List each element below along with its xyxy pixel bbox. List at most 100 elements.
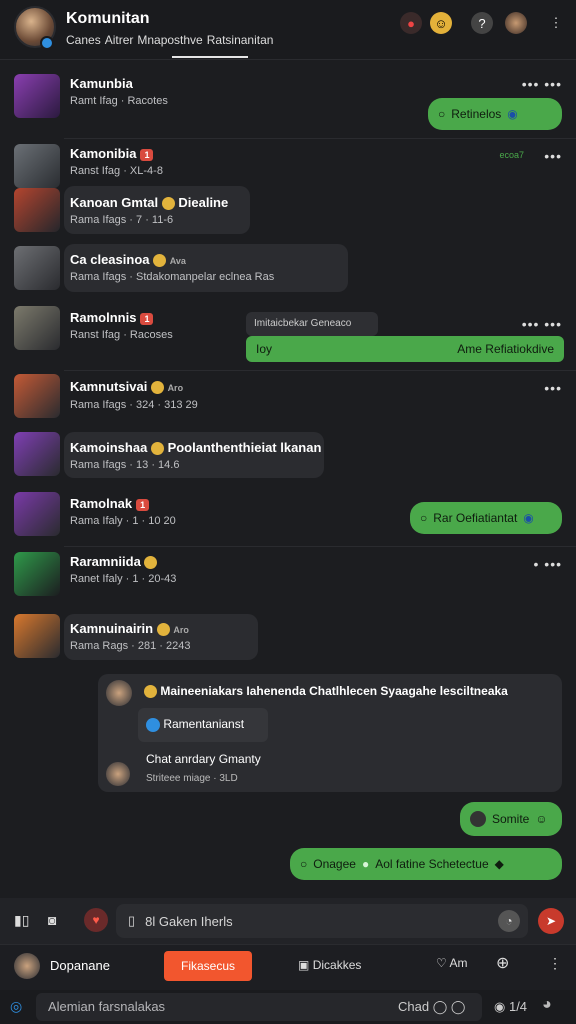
user-icon bbox=[146, 717, 160, 732]
online-badge bbox=[40, 36, 54, 50]
avatar bbox=[14, 432, 60, 476]
status-badge: 1 bbox=[136, 498, 150, 511]
message-bubble[interactable]: ○ Rar Oefiatiantat ◉ bbox=[410, 502, 562, 534]
message-sub: Ramt Ifag · Racotes bbox=[70, 95, 168, 107]
emoji-icon bbox=[144, 685, 157, 699]
avatar bbox=[106, 762, 130, 786]
avatar bbox=[14, 552, 60, 596]
sticker-icon: ● bbox=[361, 857, 370, 871]
nav-item[interactable]: ♡ Am bbox=[436, 956, 467, 970]
message-name: Raramniida bbox=[70, 554, 158, 570]
message-bubble[interactable]: Somite ☺ bbox=[460, 802, 562, 836]
emoji-icon bbox=[150, 442, 164, 456]
user-avatar[interactable] bbox=[505, 12, 527, 34]
message-name: Kamoinshaa Poolanthenthieiat lkanan bbox=[70, 440, 322, 456]
message-name: Kanoan Gmtal Diealine bbox=[70, 195, 229, 211]
divider bbox=[64, 546, 576, 547]
message-bubble[interactable]: ○ Retinelos ◉ bbox=[428, 98, 562, 130]
search-bar: ◎ Alemian farsnalakas Chad ◯ ◯ ◉ 1/4 ◕ bbox=[0, 990, 576, 1024]
list-item[interactable]: Kamnutsivai Aro Rama Ifags · 324 · 313 2… bbox=[0, 372, 576, 420]
app-header: Komunitan Canes Aitrer Mnaposthve Ratsin… bbox=[0, 0, 576, 60]
list-item[interactable]: Kamonibia 1 Ranst Ifag · XL-4-8 ecoa7 ••• bbox=[0, 142, 576, 192]
avatar bbox=[14, 188, 60, 232]
message-sub: Rama Ifags · Stdakomanpelar eclnea Ras bbox=[70, 271, 275, 283]
alert-icon[interactable]: ● bbox=[400, 12, 422, 34]
message-bubble[interactable]: ○ Onagee ● Aol fatine Schetectue ◆ bbox=[290, 848, 562, 880]
emoji-icon bbox=[153, 254, 167, 268]
avatar[interactable] bbox=[14, 953, 40, 979]
text-icon: ▯ bbox=[128, 913, 136, 928]
list-item[interactable]: Ramolnak 1 Rama Ifaly · 1 · 10 20 ○ Rar O… bbox=[0, 490, 576, 546]
tab-bar: Canes Aitrer Mnaposthve Ratsinanitan bbox=[66, 33, 273, 47]
chat-icon: ○ bbox=[300, 857, 308, 871]
more-icon[interactable]: ••• bbox=[544, 148, 562, 164]
message-sub: Rama Ifags · 7 · 11-6 bbox=[70, 214, 174, 226]
attach-icon[interactable]: ▮▯ bbox=[14, 912, 29, 929]
emoji-icon bbox=[161, 197, 175, 211]
heart-icon[interactable]: ♥ bbox=[84, 908, 108, 932]
avatar bbox=[14, 614, 60, 658]
list-item-content: Kamnuinairin Aro Rama Rags · 281 · 2243 bbox=[0, 614, 576, 660]
message-sub: Ranst Ifag · Racoses bbox=[70, 329, 173, 341]
help-icon[interactable]: ? bbox=[471, 12, 493, 34]
nav-item[interactable]: ▣ Dicakkes bbox=[298, 958, 361, 972]
compass-icon[interactable]: ◎ bbox=[10, 998, 22, 1015]
globe-icon: ◉ bbox=[507, 107, 518, 121]
list-item-content: Ca cleasinoa Ava Rama Ifags · Stdakomanp… bbox=[0, 244, 576, 292]
message-bubble[interactable]: Ioy Ame Refiatiokdive bbox=[246, 336, 564, 362]
list-item[interactable]: Raramniida Ranet Ifaly · 1 · 20-43 • ••• bbox=[0, 550, 576, 600]
divider bbox=[64, 370, 576, 371]
message-sub: Rama Ifaly · 1 · 10 20 bbox=[70, 515, 176, 527]
more-icon[interactable]: ⋮ bbox=[545, 12, 567, 34]
active-tab-indicator bbox=[172, 56, 248, 58]
more-icon[interactable]: ••• ••• bbox=[522, 76, 562, 92]
page-count: ◉ 1/4 bbox=[494, 999, 528, 1014]
list-item[interactable]: Ramolnnis 1 Ranst Ifag · Racoses Imitaicb… bbox=[0, 304, 576, 364]
emoji-icon: ☺ bbox=[535, 812, 548, 826]
avatar bbox=[14, 306, 60, 350]
timer-icon[interactable]: ◔ bbox=[498, 910, 520, 932]
message-sub: Rama Ifags · 13 · 14.6 bbox=[70, 459, 180, 471]
message-sub: Ranst Ifag · XL-4-8 bbox=[70, 165, 163, 177]
list-item-content: Kanoan Gmtal Diealine Rama Ifags · 7 · 1… bbox=[0, 188, 576, 234]
more-icon[interactable]: ••• bbox=[544, 380, 562, 396]
avatar bbox=[14, 374, 60, 418]
chat-label: Chad ◯ ◯ bbox=[398, 999, 466, 1014]
avatar bbox=[14, 492, 60, 536]
thread-body: Chat anrdary Gmanty bbox=[146, 752, 261, 766]
leaf-icon: ◆ bbox=[494, 857, 504, 871]
status-badge: 1 bbox=[140, 148, 154, 161]
message-name: Ramolnnis 1 bbox=[70, 310, 154, 325]
bottom-nav: Dopanane Fikasecus ▣ Dicakkes ♡ Am ⊕ ⋮ bbox=[0, 944, 576, 990]
notification-icon[interactable]: ⊕ bbox=[496, 953, 509, 973]
list-item[interactable]: Kamunbia Ramt Ifag · Racotes ••• ••• ○ R… bbox=[0, 70, 576, 138]
message-name: Ramolnak 1 bbox=[70, 496, 150, 511]
more-icon[interactable]: ⋮ bbox=[548, 955, 562, 972]
avatar bbox=[14, 246, 60, 290]
page-icon: ▣ bbox=[298, 958, 310, 972]
quoted-message: Ramentanianst bbox=[138, 708, 268, 742]
emoji-icon[interactable]: ☺ bbox=[430, 12, 452, 34]
tab-ratsinanitan[interactable]: Ratsinanitan bbox=[207, 33, 274, 47]
tab-canes[interactable]: Canes bbox=[66, 33, 101, 47]
avatar bbox=[14, 144, 60, 188]
avatar bbox=[470, 811, 486, 827]
page-title: Komunitan bbox=[66, 10, 150, 27]
tab-aitrer[interactable]: Aitrer bbox=[105, 33, 134, 47]
reaction-label: ecoa7 bbox=[499, 150, 524, 160]
more-icon[interactable]: • ••• bbox=[534, 556, 563, 572]
tab-mnaposthve[interactable]: Mnaposthve bbox=[137, 33, 202, 47]
camera-icon[interactable]: ◙ bbox=[48, 912, 56, 928]
message-sub: Rama Ifags · 324 · 313 29 bbox=[70, 399, 198, 411]
message-input[interactable]: ▯ 8l Gaken Iherls ◔ bbox=[116, 904, 528, 938]
message-name: Kamunbia bbox=[70, 76, 133, 91]
more-icon[interactable]: ••• ••• bbox=[522, 316, 562, 332]
divider bbox=[64, 138, 576, 139]
circle-icon[interactable]: ◕ bbox=[542, 996, 552, 1014]
active-nav-button[interactable]: Fikasecus bbox=[164, 951, 252, 981]
thread-header: Maineeniakars Iahenenda Chatlhlecen Syaa… bbox=[144, 684, 508, 699]
thread-meta: Striteee miage · 3LD bbox=[146, 773, 238, 784]
message-name: Kamonibia 1 bbox=[70, 146, 154, 161]
send-button[interactable]: ➤ bbox=[538, 908, 564, 934]
heart-icon: ♡ bbox=[436, 956, 447, 970]
